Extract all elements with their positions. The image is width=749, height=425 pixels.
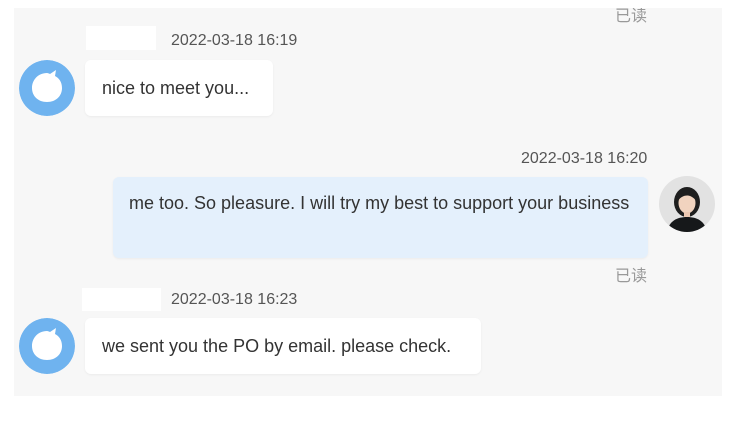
sender-name-masked [86, 26, 156, 50]
sender-name-masked [82, 288, 161, 311]
message-text: we sent you the PO by email. please chec… [102, 336, 452, 356]
message-bubble[interactable]: we sent you the PO by email. please chec… [85, 318, 481, 374]
message-bubble[interactable]: me too. So pleasure. I will try my best … [113, 177, 648, 258]
user-photo[interactable] [659, 176, 715, 232]
message-text: nice to meet you... [102, 78, 250, 98]
message-text: me too. So pleasure. I will try my best … [129, 193, 630, 213]
chat-bubble-icon[interactable] [19, 60, 75, 116]
chat-bubble-icon[interactable] [19, 318, 75, 374]
chat-history-panel[interactable]: 已读 2022-03-18 16:19 nice to meet you... … [14, 8, 722, 396]
message-timestamp: 2022-03-18 16:20 [521, 150, 648, 167]
message-bubble[interactable]: nice to meet you... [85, 60, 273, 116]
message-timestamp: 2022-03-18 16:23 [171, 291, 298, 308]
message-timestamp: 2022-03-18 16:19 [171, 32, 298, 49]
read-status: 已读 [615, 268, 648, 285]
read-status-top: 已读 [615, 8, 648, 25]
